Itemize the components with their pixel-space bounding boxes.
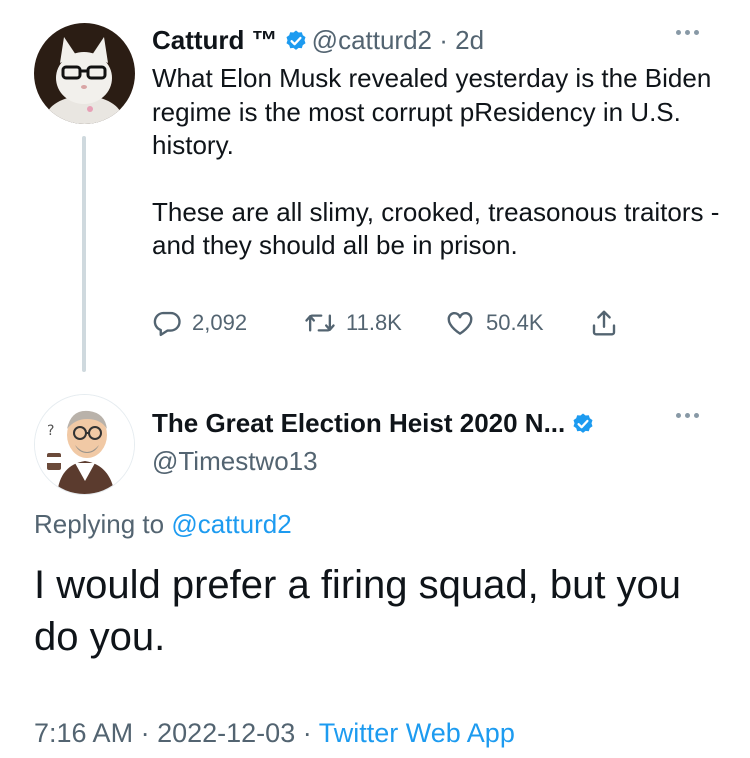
retweet-count: 11.8K [346, 310, 402, 335]
meta-separator: · [302, 718, 312, 748]
verified-badge-icon [284, 29, 308, 59]
reply-button[interactable]: 2,092 [152, 308, 304, 338]
reply-count: 2,092 [192, 310, 248, 335]
parent-text-paragraph-2: These are all slimy, crooked, treasonous… [152, 196, 720, 261]
more-dots-icon[interactable] [676, 30, 699, 35]
reply-display-name[interactable]: The Great Election Heist 2020 N... [152, 408, 565, 438]
replying-prefix: Replying to [34, 509, 165, 539]
retweet-button[interactable]: 11.8K [304, 308, 444, 338]
tweet-source[interactable]: Twitter Web App [319, 718, 515, 748]
parent-display-name[interactable]: Catturd ™ [152, 25, 278, 55]
parent-handle-time[interactable]: @catturd2 · 2d [312, 25, 484, 55]
share-icon [589, 308, 619, 338]
tweet-meta: 7:16 AM · 2022-12-03 · Twitter Web App [34, 717, 515, 749]
tweet-date[interactable]: 2022-12-03 [157, 718, 295, 748]
parent-text-paragraph-1: What Elon Musk revealed yesterday is the… [152, 63, 712, 160]
thread-line [82, 136, 86, 372]
reply-display-name-row: The Great Election Heist 2020 N... [152, 407, 599, 443]
parent-tweet-header: Catturd ™ @catturd2 · 2d [152, 25, 484, 59]
heart-icon [444, 308, 476, 338]
retweet-icon [304, 308, 336, 338]
meta-separator: · [140, 718, 150, 748]
replying-to-link[interactable]: @catturd2 [171, 509, 291, 539]
parent-tweet-actions: 2,092 11.8K 50.4K [152, 306, 619, 340]
parent-tweet-text: What Elon Musk revealed yesterday is the… [152, 62, 727, 263]
more-dots-icon[interactable] [676, 413, 699, 418]
svg-text:?: ? [47, 423, 54, 439]
reply-tweet-text: I would prefer a firing squad, but you d… [34, 563, 682, 659]
verified-badge-icon [571, 411, 595, 443]
reply-handle[interactable]: @Timestwo13 [152, 445, 318, 477]
share-button[interactable] [589, 308, 619, 338]
like-button[interactable]: 50.4K [444, 308, 589, 338]
reply-icon [152, 308, 182, 338]
replying-to: Replying to @catturd2 [34, 508, 292, 540]
like-count: 50.4K [486, 310, 544, 335]
catturd-avatar[interactable] [34, 23, 135, 124]
timestwo-avatar[interactable]: ? [34, 394, 135, 495]
tweet-time[interactable]: 7:16 AM [34, 718, 133, 748]
